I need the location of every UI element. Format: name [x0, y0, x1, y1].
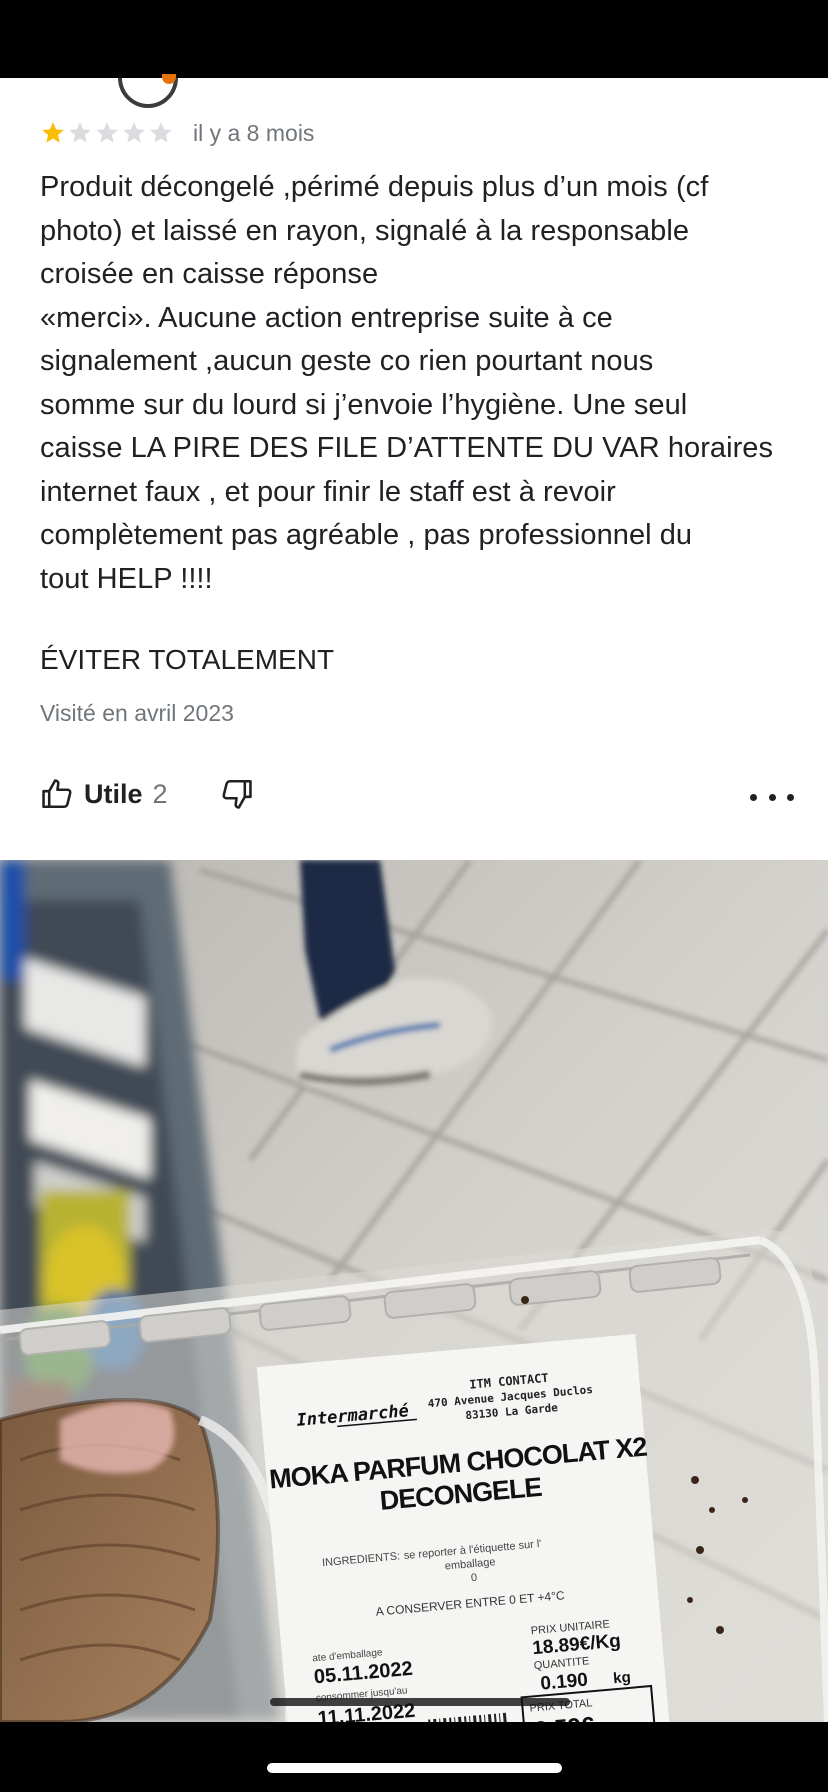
review-photo[interactable]: Intermarché ITM CONTACT 470 Avenue Jacqu… [0, 860, 828, 1722]
star-filled-icon [42, 122, 64, 143]
star-rating [40, 120, 175, 146]
useful-count: 2 [152, 778, 168, 809]
label-quantity-unit: kg [613, 1669, 632, 1687]
more-options-icon[interactable] [750, 789, 794, 805]
review-actions: Utile 2 [40, 772, 254, 816]
review-screen: il y a 8 mois Produit décongelé ,périmé … [0, 0, 828, 1792]
visit-date: Visité en avril 2023 [40, 700, 234, 726]
review-text-line: internet faux , et pour finir le staff e… [40, 475, 616, 508]
star-empty-icon [96, 122, 118, 143]
review-conclusion: ÉVITER TOTALEMENT [40, 644, 335, 675]
scroll-indicator [270, 1698, 570, 1706]
thumb-up-icon [42, 779, 72, 809]
home-indicator[interactable] [267, 1763, 562, 1773]
label-quantity: 0.190 [540, 1670, 589, 1695]
review-text-line: somme sur du lourd si j’envoie l’hygiène… [40, 388, 688, 421]
review-card: il y a 8 mois Produit décongelé ,périmé … [0, 35, 828, 860]
label-ingredients-text: 0 [470, 1572, 477, 1584]
photo-illustration: Intermarché ITM CONTACT 470 Avenue Jacqu… [0, 860, 828, 1722]
not-useful-button[interactable] [220, 777, 254, 811]
review-text-line: croisée en caisse réponse [40, 258, 379, 290]
star-empty-icon [150, 122, 172, 143]
review-text-line: caisse LA PIRE DES FILE D’ATTENTE DU VAR… [40, 432, 774, 464]
review-text-line: complètement pas agréable , pas professi… [40, 519, 693, 551]
star-empty-icon [69, 122, 91, 143]
star-empty-icon [123, 122, 145, 143]
rating-row: il y a 8 mois [40, 116, 314, 150]
thumb-down-icon [222, 779, 252, 809]
review-text-line: Produit décongelé ,périmé depuis plus d’… [40, 171, 709, 203]
review-text-line: tout HELP !!!! [40, 562, 213, 595]
useful-label: Utile [84, 778, 143, 809]
review-text: Produit décongelé ,périmé depuis plus d’… [40, 166, 810, 601]
review-text-line: «merci». Aucune action entreprise suite … [40, 301, 613, 334]
product-label: Intermarché ITM CONTACT 470 Avenue Jacqu… [256, 1334, 672, 1722]
review-text-line: photo) et laissé en rayon, signalé à la … [40, 214, 690, 247]
review-text-line: signalement ,aucun geste co rien pourtan… [40, 345, 654, 377]
review-date: il y a 8 mois [193, 119, 315, 146]
useful-button[interactable]: Utile 2 [40, 777, 168, 811]
